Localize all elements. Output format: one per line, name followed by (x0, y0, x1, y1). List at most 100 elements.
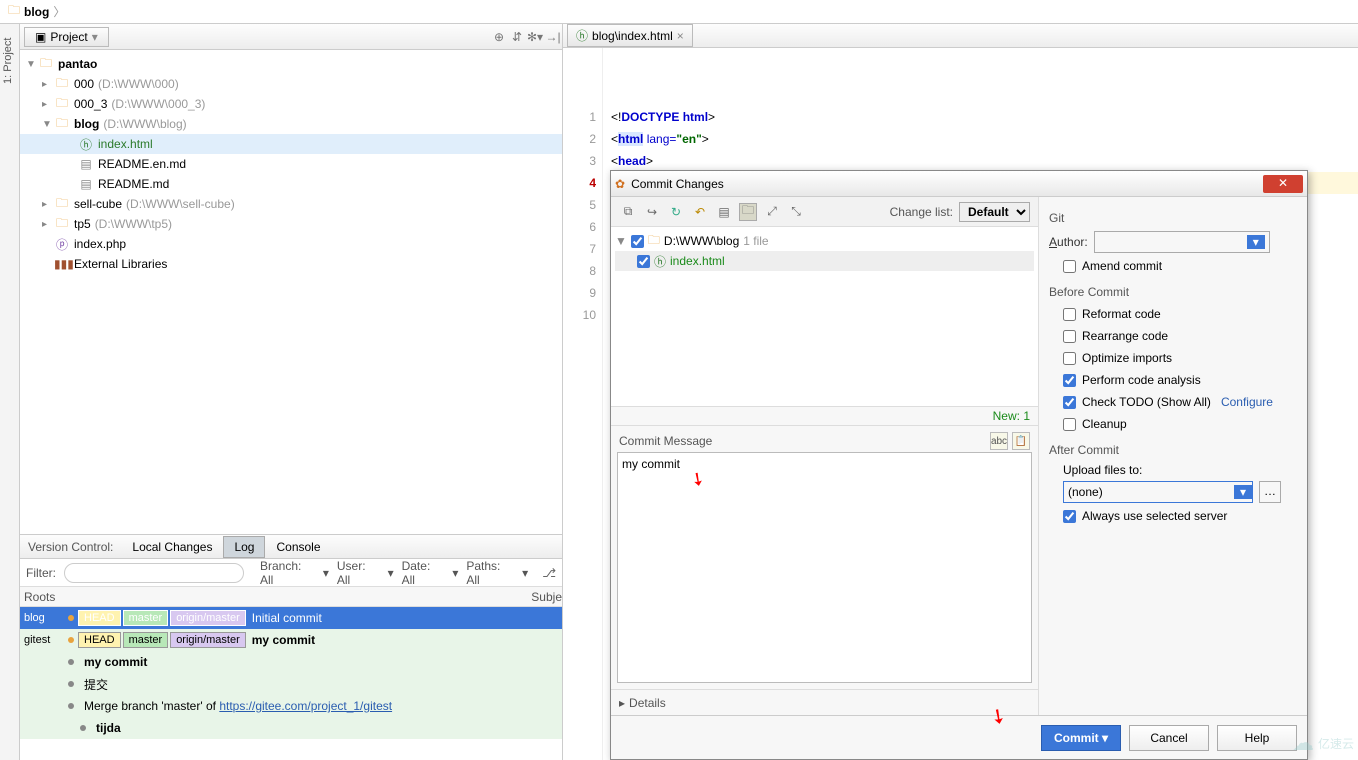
dialog-toolbar: ⧉ ↪ ↻ ↶ ▤ 🗀 ⤢ ⤡ Change list: Default (611, 197, 1038, 227)
arrow-down-icon[interactable]: ▼ (26, 59, 38, 70)
tree-root[interactable]: ▼ 🗀 pantao (20, 54, 562, 74)
dropdown-icon[interactable]: ▾ (388, 566, 394, 580)
tree-item[interactable]: ▸ 🗀 000 (D:\WWW\000) (20, 74, 562, 94)
changelist-icon[interactable]: ▤ (715, 203, 733, 221)
arrow-down-icon[interactable]: ▼ (42, 119, 54, 130)
collapse-icon[interactable]: ⇵ (508, 30, 526, 44)
log-row[interactable]: blog HEAD master origin/master Initial c… (20, 607, 562, 629)
branch-filter[interactable]: Branch: All (260, 559, 315, 587)
tree-item-selected[interactable]: ⓗ index.html (20, 134, 562, 154)
diff-icon[interactable]: ⧉ (619, 203, 637, 221)
reformat-checkbox[interactable] (1063, 308, 1076, 321)
paths-filter[interactable]: Paths: All (466, 559, 514, 587)
vc-log-graph[interactable]: Roots Subje blog HEAD master origin/mast… (20, 587, 562, 760)
commit-message-input[interactable] (622, 457, 1027, 678)
arrow-right-icon[interactable]: ▸ (42, 219, 54, 230)
vc-tab-console[interactable]: Console (265, 536, 331, 558)
cleanup-label: Cleanup (1082, 417, 1127, 431)
user-filter[interactable]: User: All (337, 559, 380, 587)
tree-label: README.en.md (98, 157, 186, 171)
vc-tab-log[interactable]: Log (223, 536, 265, 558)
file-checkbox[interactable] (637, 255, 650, 268)
filter-input[interactable] (64, 563, 244, 583)
root-checkbox[interactable] (631, 235, 644, 248)
help-button[interactable]: Help (1217, 725, 1297, 751)
dropdown-icon[interactable]: ▾ (1234, 485, 1252, 499)
log-row[interactable]: Merge branch 'master' of https://gitee.c… (20, 695, 562, 717)
arrow-right-icon[interactable]: ▸ (42, 99, 54, 110)
gear-icon[interactable]: ✻▾ (526, 30, 544, 44)
spellcheck-icon[interactable]: abc (990, 432, 1008, 450)
log-row[interactable]: tijda (20, 717, 562, 739)
configure-link[interactable]: Configure (1221, 395, 1273, 409)
refresh-icon[interactable]: ↻ (667, 203, 685, 221)
analysis-checkbox[interactable] (1063, 374, 1076, 387)
dropdown-icon[interactable]: ▾ (1247, 235, 1265, 249)
move-icon[interactable]: ↪ (643, 203, 661, 221)
html-file-icon: ⓗ (576, 27, 588, 44)
left-tool-strip[interactable]: 1: Project (0, 24, 20, 760)
dropdown-icon[interactable]: ▾ (92, 30, 98, 44)
hide-icon[interactable]: →| (544, 30, 562, 44)
log-link[interactable]: https://gitee.com/project_1/gitest (219, 699, 392, 713)
cleanup-checkbox[interactable] (1063, 418, 1076, 431)
tree-item[interactable]: ▸ 🗀 tp5 (D:\WWW\tp5) (20, 214, 562, 234)
todo-checkbox[interactable] (1063, 396, 1076, 409)
project-tree[interactable]: ▼ 🗀 pantao ▸ 🗀 000 (D:\WWW\000) ▸ 🗀 000_… (20, 50, 562, 534)
tree-item[interactable]: ▸ 🗀 000_3 (D:\WWW\000_3) (20, 94, 562, 114)
details-toggle[interactable]: ▸ Details (611, 689, 1038, 715)
tree-item[interactable]: ▮▮▮ External Libraries (20, 254, 562, 274)
tree-item[interactable]: ▤ README.en.md (20, 154, 562, 174)
arrow-right-icon[interactable]: ▸ (42, 79, 54, 90)
breadcrumb-item[interactable]: blog (24, 5, 49, 19)
always-server-checkbox[interactable] (1063, 510, 1076, 523)
changelist-select[interactable]: Default (959, 202, 1030, 222)
tree-item[interactable]: ▼ 🗀 blog (D:\WWW\blog) (20, 114, 562, 134)
tree-path: (D:\WWW\000) (98, 77, 179, 91)
rearrange-checkbox[interactable] (1063, 330, 1076, 343)
dropdown-icon[interactable]: ▾ (323, 566, 329, 580)
branch-graph-icon[interactable]: ⎇ (542, 566, 556, 580)
amend-checkbox[interactable] (1063, 260, 1076, 273)
arrow-down-icon[interactable]: ▼ (615, 234, 627, 248)
collapse-icon[interactable]: ⤡ (787, 203, 805, 221)
folder-icon: 🗀 (54, 94, 70, 115)
tree-item[interactable]: ▸ 🗀 sell-cube (D:\WWW\sell-cube) (20, 194, 562, 214)
close-button[interactable]: ✕ (1263, 175, 1303, 193)
log-row[interactable]: gitest HEAD master origin/master my comm… (20, 629, 562, 651)
vc-tab-local[interactable]: Local Changes (121, 536, 223, 558)
expand-icon[interactable]: ⤢ (763, 203, 781, 221)
dropdown-icon[interactable]: ▾ (522, 566, 528, 580)
log-row[interactable]: 提交 (20, 673, 562, 695)
file-root-row[interactable]: ▼ 🗀 D:\WWW\blog 1 file (615, 231, 1034, 251)
file-row[interactable]: ⓗ index.html (615, 251, 1034, 271)
upload-combo[interactable]: (none) ▾ (1063, 481, 1253, 503)
history-icon[interactable]: 📋 (1012, 432, 1030, 450)
browse-button[interactable]: … (1259, 481, 1281, 503)
date-filter[interactable]: Date: All (402, 559, 445, 587)
editor-tab[interactable]: ⓗ blog\index.html × (567, 24, 693, 47)
tag-master: master (123, 632, 169, 648)
commit-file-list[interactable]: ▼ 🗀 D:\WWW\blog 1 file ⓗ index.html (611, 227, 1038, 407)
commit-button[interactable]: Commit ▾ (1041, 725, 1121, 751)
dropdown-icon[interactable]: ▾ (452, 566, 458, 580)
project-strip-label[interactable]: 1: Project (2, 65, 14, 84)
library-icon: ▮▮▮ (54, 257, 70, 271)
cancel-button[interactable]: Cancel (1129, 725, 1209, 751)
target-icon[interactable]: ⊕ (490, 30, 508, 44)
author-combo[interactable]: ▾ (1094, 231, 1270, 253)
upload-value: (none) (1068, 485, 1103, 499)
revert-icon[interactable]: ↶ (691, 203, 709, 221)
log-row[interactable]: my commit (20, 651, 562, 673)
project-view-tab[interactable]: ▣ Project ▾ (24, 27, 109, 47)
arrow-right-icon[interactable]: ▸ (42, 199, 54, 210)
group-by-dir-icon[interactable]: 🗀 (739, 203, 757, 221)
dialog-titlebar[interactable]: ✿ Commit Changes ✕ (611, 171, 1307, 197)
tree-item[interactable]: ▤ README.md (20, 174, 562, 194)
project-icon: ▣ (35, 30, 46, 44)
optimize-checkbox[interactable] (1063, 352, 1076, 365)
tree-label: blog (74, 117, 99, 131)
tree-item[interactable]: ⓟ index.php (20, 234, 562, 254)
close-tab-icon[interactable]: × (677, 29, 684, 43)
php-file-icon: ⓟ (54, 236, 70, 253)
